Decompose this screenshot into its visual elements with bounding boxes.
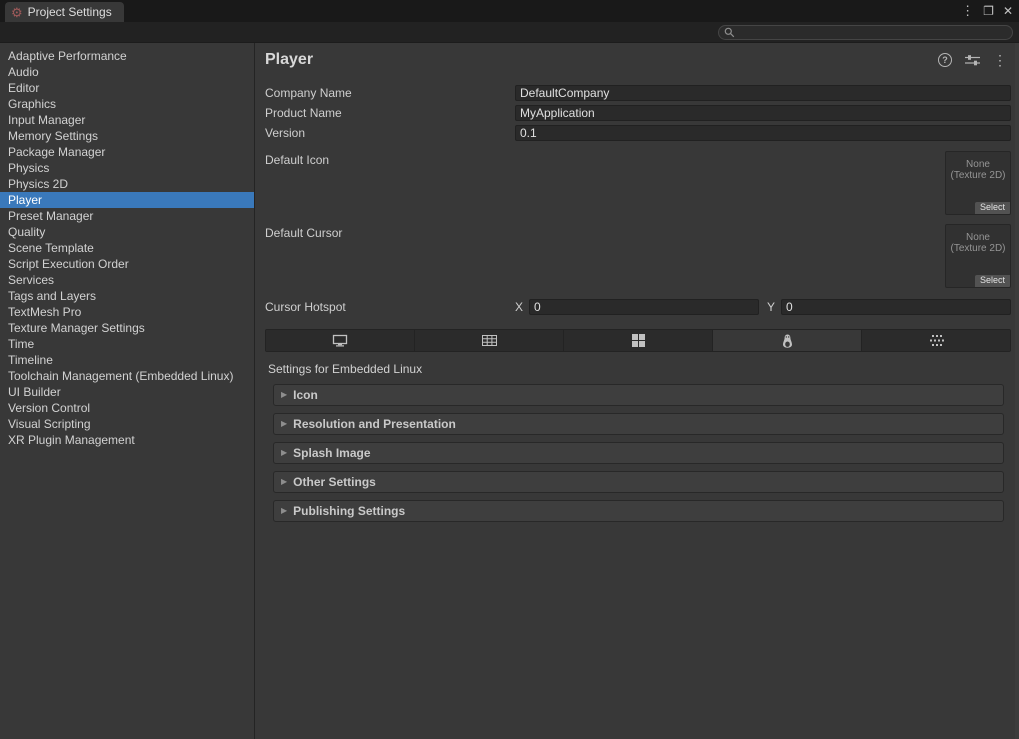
- default-icon-select-button[interactable]: Select: [975, 202, 1010, 214]
- section-publishing-settings[interactable]: ▶ Publishing Settings: [273, 500, 1004, 522]
- settings-gear-icon: ⚙: [11, 6, 23, 19]
- window-title: Project Settings: [28, 5, 112, 19]
- chevron-right-icon: ▶: [281, 449, 287, 457]
- sidebar-item-services[interactable]: Services: [0, 272, 254, 288]
- settings-sections: ▶ Icon ▶ Resolution and Presentation ▶ S…: [265, 384, 1011, 522]
- window-tab-project-settings[interactable]: ⚙ Project Settings: [5, 2, 124, 22]
- dedicated-server-grid-icon: [482, 335, 497, 346]
- section-splash-image[interactable]: ▶ Splash Image: [273, 442, 1004, 464]
- hotspot-y-field[interactable]: [781, 299, 1011, 315]
- company-name-label: Company Name: [265, 86, 515, 100]
- default-cursor-none-text: None (Texture 2D): [946, 232, 1010, 254]
- version-row: Version: [265, 123, 1011, 142]
- sidebar-item-editor[interactable]: Editor: [0, 80, 254, 96]
- cursor-hotspot-row: Cursor Hotspot X Y: [265, 297, 1011, 316]
- product-name-row: Product Name: [265, 103, 1011, 122]
- default-cursor-object-well[interactable]: None (Texture 2D) Select: [945, 224, 1011, 288]
- sidebar-item-script-execution-order[interactable]: Script Execution Order: [0, 256, 254, 272]
- product-name-label: Product Name: [265, 106, 515, 120]
- default-cursor-label: Default Cursor: [265, 224, 515, 288]
- platform-tab-windows[interactable]: [564, 330, 713, 351]
- sidebar-item-player[interactable]: Player: [0, 192, 254, 208]
- sidebar-item-memory-settings[interactable]: Memory Settings: [0, 128, 254, 144]
- chevron-right-icon: ▶: [281, 391, 287, 399]
- sidebar-item-textmesh-pro[interactable]: TextMesh Pro: [0, 304, 254, 320]
- window-menu-icon[interactable]: ⋮: [961, 5, 974, 17]
- product-name-field[interactable]: [515, 105, 1011, 121]
- cursor-hotspot-label: Cursor Hotspot: [265, 300, 515, 314]
- search-input[interactable]: [735, 26, 1007, 39]
- help-icon[interactable]: ?: [938, 53, 952, 67]
- titlebar: ⚙ Project Settings ⋮ ❐ ✕: [0, 0, 1019, 22]
- settings-sidebar: Adaptive Performance Audio Editor Graphi…: [0, 43, 255, 739]
- version-field[interactable]: [515, 125, 1011, 141]
- section-resolution-and-presentation[interactable]: ▶ Resolution and Presentation: [273, 413, 1004, 435]
- close-icon[interactable]: ✕: [1003, 5, 1013, 17]
- section-icon[interactable]: ▶ Icon: [273, 384, 1004, 406]
- sidebar-item-physics-2d[interactable]: Physics 2D: [0, 176, 254, 192]
- sidebar-item-ui-builder[interactable]: UI Builder: [0, 384, 254, 400]
- default-icon-row: Default Icon None (Texture 2D) Select: [265, 151, 1011, 215]
- sidebar-item-package-manager[interactable]: Package Manager: [0, 144, 254, 160]
- panel-header: Player ? ⋮: [265, 47, 1011, 73]
- default-cursor-select-button[interactable]: Select: [975, 275, 1010, 287]
- section-other-settings[interactable]: ▶ Other Settings: [273, 471, 1004, 493]
- default-icon-label: Default Icon: [265, 151, 515, 215]
- search-box[interactable]: [718, 25, 1013, 40]
- qnx-dots-icon: [929, 335, 944, 346]
- titlebar-controls: ⋮ ❐ ✕: [961, 0, 1013, 22]
- player-settings-panel: Player ? ⋮ Company Name: [255, 43, 1015, 739]
- project-settings-window: ⚙ Project Settings ⋮ ❐ ✕ Adaptive Perfor…: [0, 0, 1019, 739]
- page-title: Player: [265, 51, 313, 69]
- presets-icon[interactable]: [965, 54, 980, 66]
- windows-logo-icon: [632, 334, 645, 347]
- default-cursor-row: Default Cursor None (Texture 2D) Select: [265, 224, 1011, 288]
- sidebar-item-version-control[interactable]: Version Control: [0, 400, 254, 416]
- platform-tab-embedded-linux[interactable]: [713, 330, 862, 351]
- header-icons: ? ⋮: [938, 53, 1007, 67]
- hotspot-y-label: Y: [767, 300, 775, 314]
- sidebar-item-scene-template[interactable]: Scene Template: [0, 240, 254, 256]
- sidebar-item-adaptive-performance[interactable]: Adaptive Performance: [0, 48, 254, 64]
- search-icon: [724, 27, 735, 38]
- settings-for-platform-note: Settings for Embedded Linux: [268, 362, 1011, 376]
- embedded-linux-penguin-icon: [782, 334, 793, 348]
- chevron-right-icon: ▶: [281, 478, 287, 486]
- sidebar-item-graphics[interactable]: Graphics: [0, 96, 254, 112]
- sidebar-item-time[interactable]: Time: [0, 336, 254, 352]
- sidebar-item-input-manager[interactable]: Input Manager: [0, 112, 254, 128]
- desktop-monitor-icon: [332, 334, 348, 347]
- hotspot-x-label: X: [515, 300, 523, 314]
- sidebar-item-audio[interactable]: Audio: [0, 64, 254, 80]
- company-name-row: Company Name: [265, 83, 1011, 102]
- platform-tab-bar: [265, 329, 1011, 352]
- toolbar: [0, 22, 1019, 43]
- sidebar-item-quality[interactable]: Quality: [0, 224, 254, 240]
- sidebar-item-physics[interactable]: Physics: [0, 160, 254, 176]
- hotspot-x-field[interactable]: [529, 299, 759, 315]
- sidebar-item-tags-and-layers[interactable]: Tags and Layers: [0, 288, 254, 304]
- content: Adaptive Performance Audio Editor Graphi…: [0, 43, 1019, 739]
- scrollbar[interactable]: [1015, 43, 1019, 739]
- company-name-field[interactable]: [515, 85, 1011, 101]
- sidebar-item-visual-scripting[interactable]: Visual Scripting: [0, 416, 254, 432]
- sidebar-item-timeline[interactable]: Timeline: [0, 352, 254, 368]
- sidebar-item-texture-manager-settings[interactable]: Texture Manager Settings: [0, 320, 254, 336]
- platform-tab-dedicated-server[interactable]: [415, 330, 564, 351]
- default-icon-none-text: None (Texture 2D): [946, 159, 1010, 181]
- more-menu-icon[interactable]: ⋮: [993, 53, 1007, 67]
- sidebar-item-xr-plugin-management[interactable]: XR Plugin Management: [0, 432, 254, 448]
- chevron-right-icon: ▶: [281, 507, 287, 515]
- maximize-icon[interactable]: ❐: [983, 5, 994, 17]
- default-icon-object-well[interactable]: None (Texture 2D) Select: [945, 151, 1011, 215]
- version-label: Version: [265, 126, 515, 140]
- chevron-right-icon: ▶: [281, 420, 287, 428]
- platform-tab-desktop[interactable]: [266, 330, 415, 351]
- platform-tab-qnx[interactable]: [862, 330, 1010, 351]
- sidebar-item-toolchain-management[interactable]: Toolchain Management (Embedded Linux): [0, 368, 254, 384]
- sidebar-item-preset-manager[interactable]: Preset Manager: [0, 208, 254, 224]
